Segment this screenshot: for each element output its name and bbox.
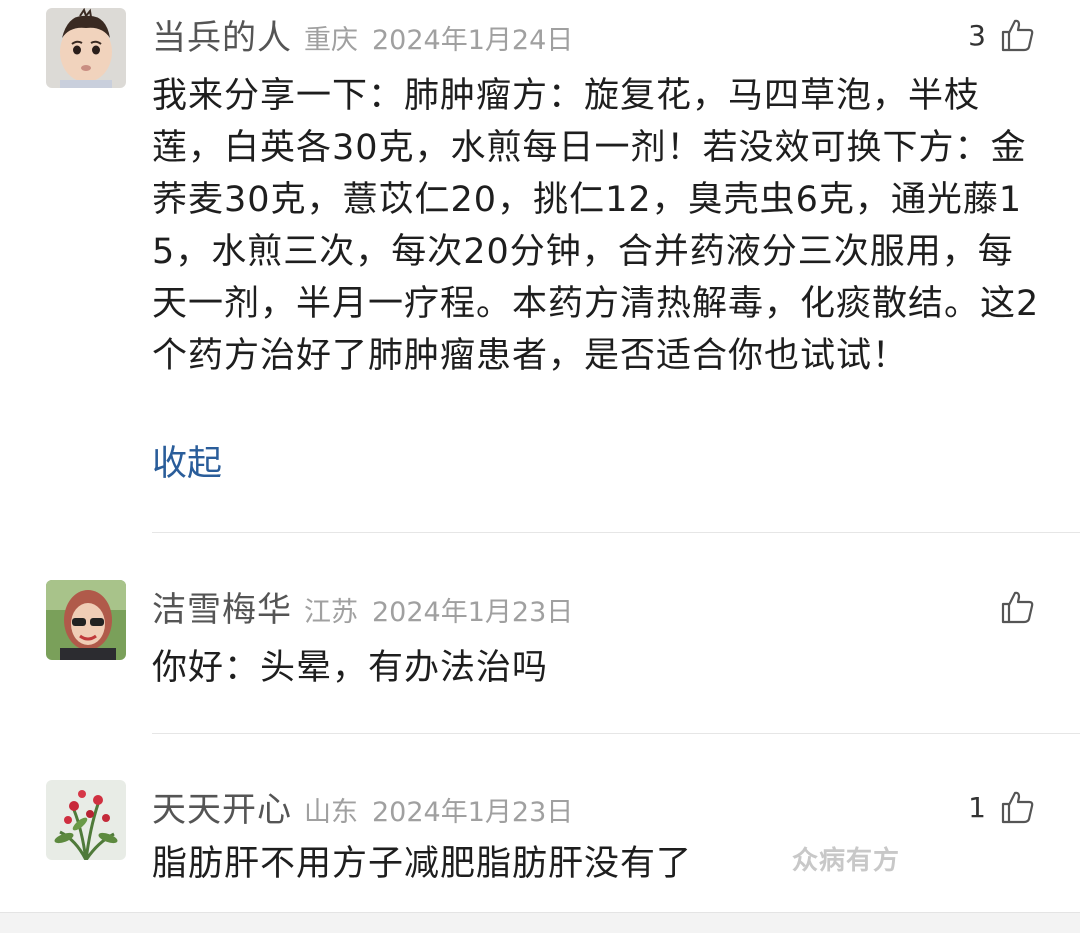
thumbs-up-icon[interactable] (1000, 590, 1034, 624)
avatar[interactable] (46, 780, 126, 860)
location: 江苏 (304, 597, 358, 628)
divider (152, 733, 1080, 734)
location: 山东 (304, 797, 358, 828)
location: 重庆 (304, 25, 358, 56)
avatar[interactable] (46, 8, 126, 88)
woman-sunglasses-avatar-icon (46, 580, 126, 660)
comment-date: 2024年1月23日 (372, 797, 574, 828)
comment-meta: 洁雪梅华 江苏 2024年1月23日 (152, 582, 573, 632)
baby-face-avatar-icon (46, 8, 126, 88)
comment-text: 脂肪肝不用方子减肥脂肪肝没有了 (152, 844, 693, 884)
thumbs-up-icon[interactable] (1000, 18, 1034, 52)
username[interactable]: 洁雪梅华 (152, 582, 292, 631)
comment-date: 2024年1月24日 (372, 25, 574, 56)
divider (152, 532, 1080, 533)
username[interactable]: 当兵的人 (152, 10, 292, 59)
like-button[interactable]: 1 (968, 787, 1034, 827)
avatar[interactable] (46, 580, 126, 660)
like-count: 1 (968, 790, 986, 824)
comment-text: 我来分享一下：肺肿瘤方：旋复花，马四草泡，半枝莲，白英各30克，水煎每日一剂！若… (152, 76, 1040, 376)
thumbs-up-icon[interactable] (1000, 790, 1034, 824)
like-button[interactable]: 3 (968, 15, 1034, 55)
like-count: 3 (968, 18, 986, 52)
comment-date: 2024年1月23日 (372, 597, 574, 628)
watermark: 众病有方 (792, 846, 901, 876)
like-button[interactable] (986, 587, 1034, 627)
collapse-link[interactable]: 收起 (152, 438, 222, 490)
comment-text: 你好：头晕，有办法治吗 (152, 648, 549, 688)
username[interactable]: 天天开心 (152, 782, 292, 831)
red-flowers-avatar-icon (46, 780, 126, 860)
bottom-bar (0, 912, 1080, 933)
comment-meta: 当兵的人 重庆 2024年1月24日 (152, 10, 573, 60)
comment-meta: 天天开心 山东 2024年1月23日 (152, 782, 573, 832)
